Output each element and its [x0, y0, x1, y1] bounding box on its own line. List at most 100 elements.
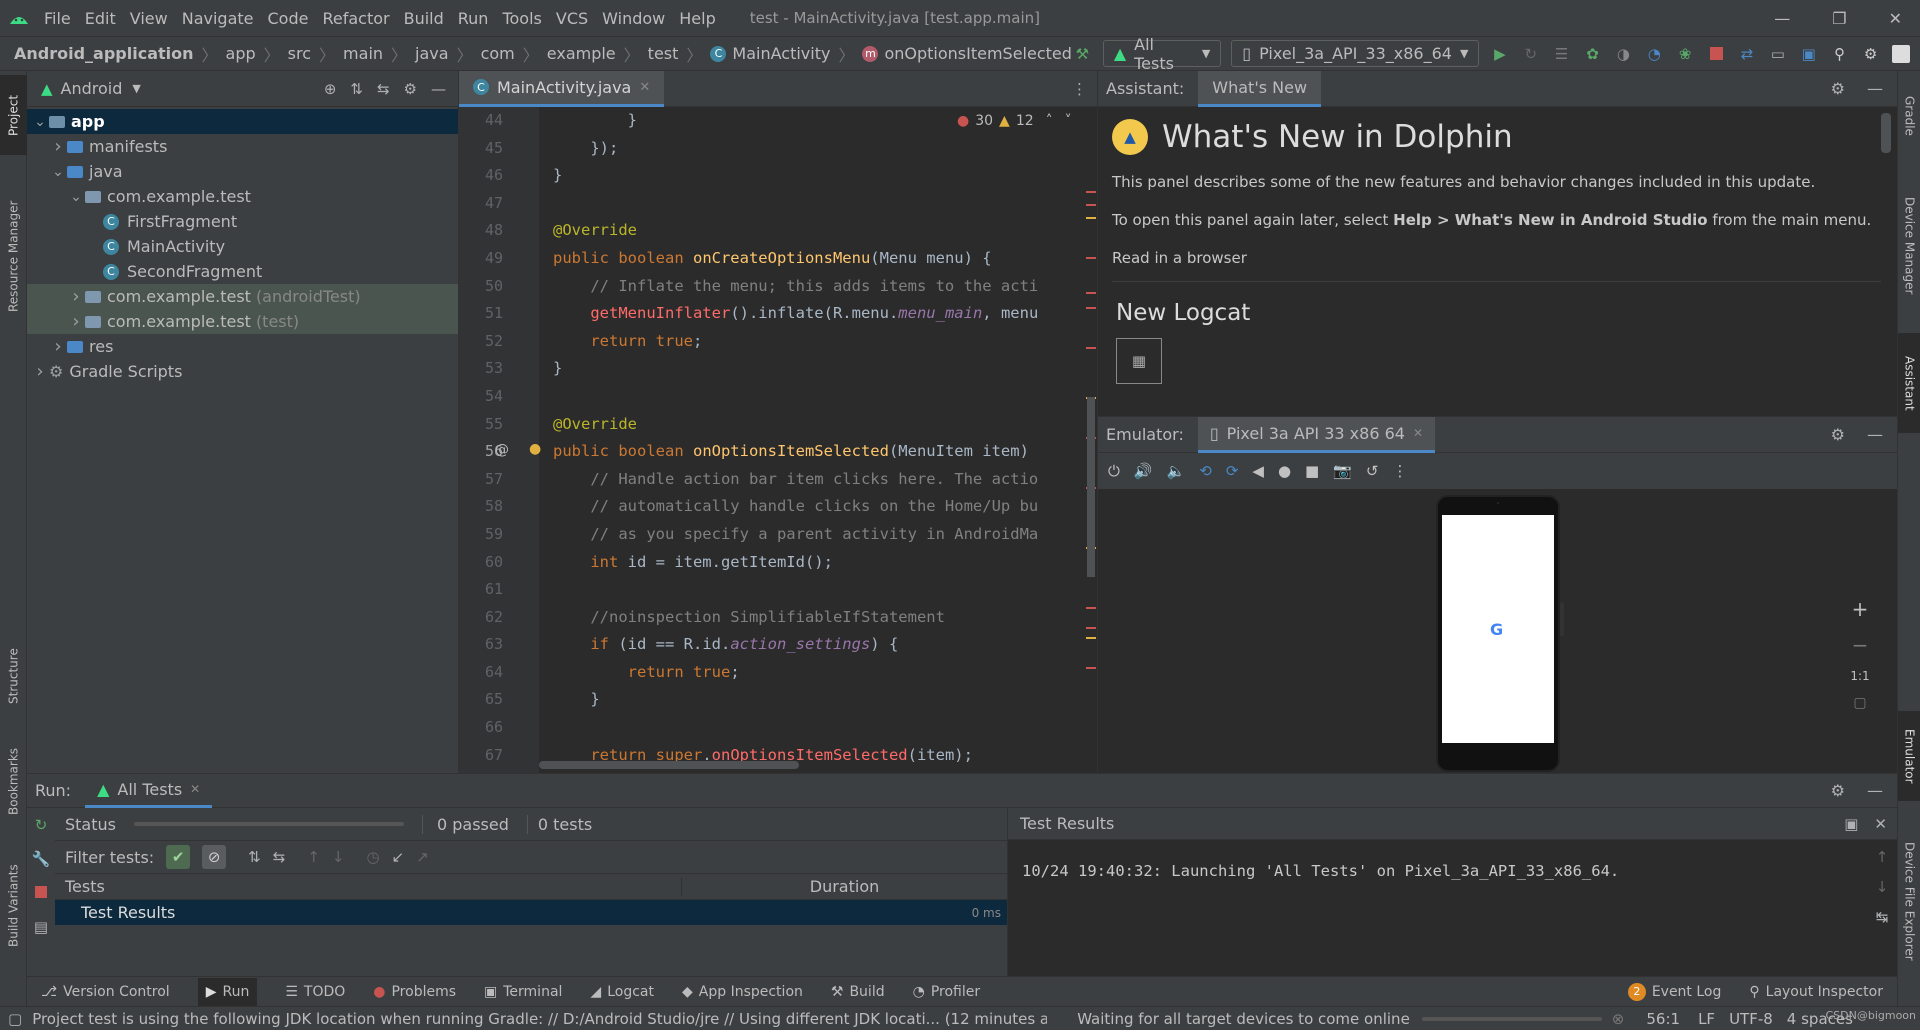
screenshot-icon[interactable]: 📷: [1333, 462, 1352, 480]
chevron-right-icon[interactable]: ›: [31, 361, 49, 382]
code-area[interactable]: } }); } @Override public boolean onCreat…: [539, 107, 1084, 773]
bottom-tab-version-control[interactable]: ⎇ Version Control: [41, 984, 170, 1000]
chevron-down-icon[interactable]: ⌄: [31, 114, 49, 130]
expand-all-icon[interactable]: ⇅: [350, 80, 363, 98]
bottom-tab-profiler[interactable]: ◔ Profiler: [913, 984, 981, 1000]
tree-item[interactable]: C SecondFragment: [27, 259, 458, 284]
bottom-tab-build[interactable]: ⚒ Build: [831, 984, 885, 1000]
close-tab-icon[interactable]: ✕: [1413, 426, 1423, 440]
bookmarks-tool-tab[interactable]: Bookmarks: [0, 731, 27, 831]
tree-item[interactable]: ⌄ com.example.test: [27, 184, 458, 209]
menu-refactor[interactable]: Refactor: [322, 9, 389, 28]
gear-icon[interactable]: ⚙: [1831, 781, 1845, 800]
expand-all-icon[interactable]: ⇅: [248, 848, 261, 866]
chevron-down-icon[interactable]: ⌄: [67, 189, 85, 205]
emulator-tab-device[interactable]: ▯ Pixel 3a API 33 x86 64 ✕: [1197, 416, 1435, 453]
hide-panel-icon[interactable]: —: [1867, 425, 1883, 444]
filter-ignored-toggle-icon[interactable]: ⊘: [202, 845, 227, 869]
volume-up-icon[interactable]: 🔊: [1134, 462, 1153, 480]
volume-down-icon[interactable]: 🔈: [1167, 462, 1186, 480]
tree-item[interactable]: › com.example.test (test): [27, 309, 458, 334]
error-stripe[interactable]: [1084, 107, 1097, 773]
tree-item[interactable]: C FirstFragment: [27, 209, 458, 234]
menu-vcs[interactable]: VCS: [556, 9, 588, 28]
structure-tool-tab[interactable]: Structure: [0, 631, 27, 721]
read-in-browser-link[interactable]: Read in a browser: [1112, 249, 1881, 267]
status-message[interactable]: Project test is using the following JDK …: [32, 1010, 1047, 1028]
phone-screen[interactable]: G: [1442, 515, 1554, 743]
emulator-tool-tab[interactable]: Emulator: [1898, 711, 1920, 801]
breadcrumb-item[interactable]: main: [343, 44, 383, 63]
close-tab-icon[interactable]: ✕: [190, 782, 200, 796]
bottom-tab-run[interactable]: ▶ Run: [197, 977, 258, 1006]
more-options-icon[interactable]: ⋮: [1393, 462, 1408, 480]
file-encoding[interactable]: UTF-8: [1729, 1010, 1773, 1028]
horizontal-scrollbar[interactable]: [539, 761, 799, 769]
device-manager-tool-tab[interactable]: Device Manager: [1898, 171, 1920, 321]
inspection-widget[interactable]: ● 30 ▲ 12 ˄ ˅: [957, 113, 1072, 129]
more-options-icon[interactable]: ⋮: [1072, 80, 1087, 98]
device-select[interactable]: ▯ Pixel_3a_API_33_x86_64 ▼: [1231, 40, 1480, 67]
filter-passed-toggle-icon[interactable]: ✔: [166, 845, 191, 869]
line-separator[interactable]: LF: [1698, 1010, 1715, 1028]
chevron-right-icon[interactable]: ›: [67, 311, 85, 332]
collapse-all-icon[interactable]: ⇆: [273, 848, 286, 866]
status-layout-icon[interactable]: ▢: [8, 1010, 22, 1028]
run-config-select[interactable]: ▲ All Tests ▼: [1102, 35, 1222, 73]
assistant-scrollbar[interactable]: [1881, 113, 1891, 153]
gear-icon[interactable]: ⚙: [404, 80, 417, 98]
bottom-tab-terminal[interactable]: ▣ Terminal: [484, 984, 562, 1000]
soft-wrap-icon[interactable]: ↹: [1876, 908, 1889, 926]
stop-icon[interactable]: [35, 884, 47, 902]
fit-screen-icon[interactable]: ▢: [1853, 695, 1866, 711]
resource-manager-tool-tab[interactable]: Resource Manager: [0, 171, 27, 341]
tree-item[interactable]: › res: [27, 334, 458, 359]
menu-help[interactable]: Help: [679, 9, 715, 28]
run-icon[interactable]: ▶: [1489, 43, 1510, 65]
project-view-select[interactable]: Android ▼: [61, 79, 141, 98]
profile-icon[interactable]: ◔: [1644, 43, 1665, 65]
rotate-left-icon[interactable]: ⟲: [1199, 462, 1212, 480]
bottom-tab-todo[interactable]: ☰ TODO: [285, 984, 345, 1000]
tree-item[interactable]: › manifests: [27, 134, 458, 159]
tree-item[interactable]: ⌄ java: [27, 159, 458, 184]
breadcrumb-item[interactable]: com: [481, 44, 515, 63]
hide-panel-icon[interactable]: —: [431, 80, 446, 98]
debug-icon[interactable]: ✿: [1582, 43, 1603, 65]
power-icon[interactable]: ⏻: [1108, 462, 1120, 480]
run-tab-all-tests[interactable]: ▲ All Tests ✕: [85, 774, 213, 808]
hide-panel-icon[interactable]: —: [1867, 781, 1883, 800]
build-variants-tool-tab[interactable]: Build Variants: [0, 841, 27, 971]
bottom-tab-app-inspection[interactable]: ◆ App Inspection: [682, 984, 803, 1000]
apply-changes-icon[interactable]: ☰: [1551, 43, 1572, 65]
back-icon[interactable]: ◀: [1252, 462, 1264, 480]
restore-button[interactable]: ❐: [1832, 9, 1846, 28]
export-tests-icon[interactable]: ↗: [416, 848, 429, 866]
chevron-right-icon[interactable]: ›: [49, 136, 67, 157]
breadcrumb-item[interactable]: test: [648, 44, 679, 63]
breadcrumb-item[interactable]: Android_application: [14, 44, 194, 63]
tree-item[interactable]: C MainActivity: [27, 234, 458, 259]
settings-gear-icon[interactable]: ⚙: [1860, 43, 1881, 65]
menu-navigate[interactable]: Navigate: [182, 9, 254, 28]
breadcrumb-item[interactable]: example: [547, 44, 616, 63]
table-row[interactable]: Test Results 0 ms: [55, 900, 1007, 925]
breadcrumb-item[interactable]: MainActivity: [732, 44, 830, 63]
zoom-in-icon[interactable]: +: [1852, 597, 1869, 621]
next-failed-icon[interactable]: ↓: [332, 848, 345, 866]
menu-tools[interactable]: Tools: [502, 9, 541, 28]
close-tab-icon[interactable]: ✕: [639, 80, 650, 95]
breadcrumb-item[interactable]: onOptionsItemSelected: [884, 44, 1071, 63]
stop-icon[interactable]: [1706, 43, 1727, 65]
breadcrumb-item[interactable]: src: [288, 44, 311, 63]
chevron-down-icon[interactable]: ⌄: [49, 164, 67, 180]
tree-item[interactable]: ⌄ app: [27, 109, 458, 134]
caret-position[interactable]: 56:1: [1646, 1010, 1680, 1028]
coverage-icon[interactable]: ◑: [1613, 43, 1634, 65]
zoom-1to1-button[interactable]: 1:1: [1850, 669, 1869, 683]
tree-item[interactable]: › ⚙ Gradle Scripts: [27, 359, 458, 384]
wrench-icon[interactable]: 🔧: [32, 850, 51, 868]
sdk-manager-icon[interactable]: ▣: [1798, 43, 1819, 65]
minimize-button[interactable]: —: [1774, 9, 1790, 28]
collapse-all-icon[interactable]: ⇆: [377, 80, 390, 98]
